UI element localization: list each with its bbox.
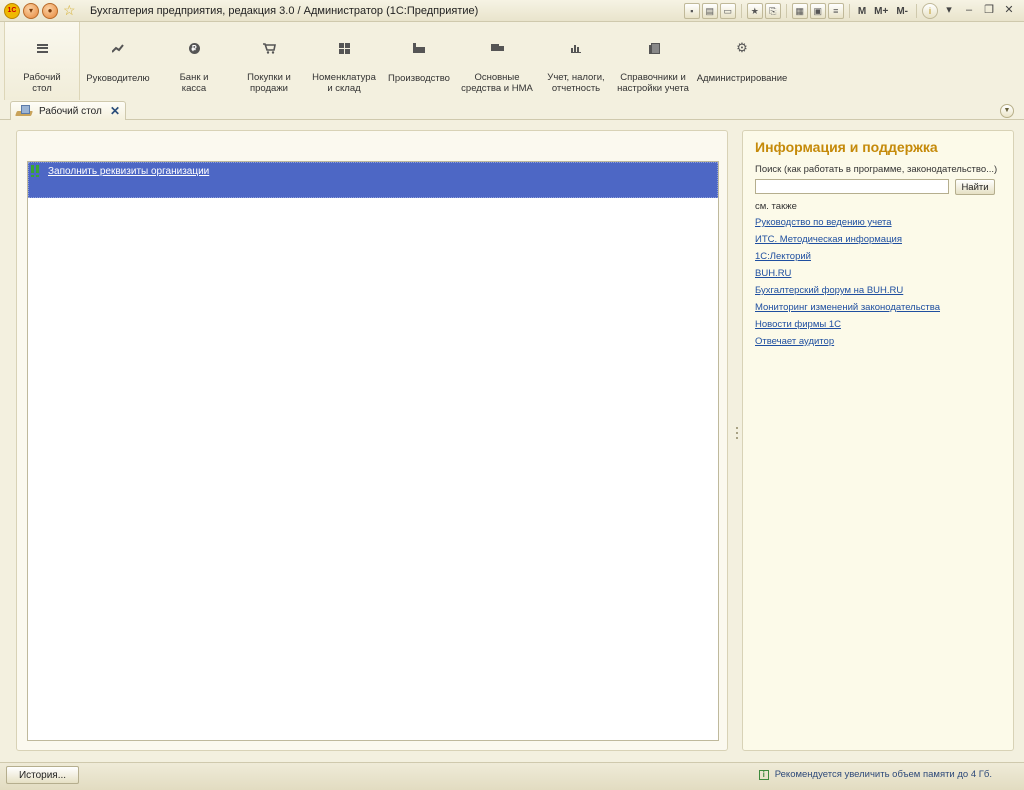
print-icon[interactable]: ▤	[701, 3, 718, 19]
search-input[interactable]	[755, 179, 949, 194]
books-icon	[648, 42, 660, 54]
link-buh-ru[interactable]: BUH.RU	[755, 268, 940, 285]
tab-label: Рабочий стол	[39, 106, 102, 117]
close-button[interactable]: ✕	[1000, 3, 1018, 19]
tab-desktop[interactable]: Рабочий стол ✕	[10, 101, 126, 120]
section-label: Покупки и продажи	[247, 72, 291, 94]
desktop-content-panel: Заполнить реквизиты организации	[16, 130, 728, 751]
section-manager[interactable]: Руководителю	[80, 22, 156, 100]
calculator-icon[interactable]: ▦	[791, 3, 808, 19]
search-button[interactable]: Найти	[955, 179, 995, 195]
menu-lines-icon	[36, 43, 48, 53]
link-legislation-monitoring[interactable]: Мониторинг изменений законодательства	[755, 302, 940, 319]
toolbar-divider	[740, 4, 742, 18]
link-1c-news[interactable]: Новости фирмы 1С	[755, 319, 940, 336]
chevron-down-icon[interactable]: ▾	[940, 3, 958, 19]
link-its-info[interactable]: ИТС. Методическая информация	[755, 234, 940, 251]
status-message: Рекомендуется увеличить объем памяти до …	[774, 769, 992, 780]
memory-button[interactable]: M	[855, 6, 869, 17]
app-logo-icon[interactable]: 1C	[4, 3, 20, 19]
title-toolbar: ▪ ▤ ▭ ★ ⎘ ▦ ▣ ≡ M M+ M- i ▾ – ❐ ✕	[683, 0, 1024, 22]
section-label: Основные средства и НМА	[461, 72, 533, 94]
section-label: Учет, налоги, отчетность	[547, 72, 605, 94]
section-references[interactable]: Справочники и настройки учета	[614, 22, 692, 100]
restore-button[interactable]: ❐	[980, 3, 998, 19]
link-icon[interactable]: ⎘	[764, 3, 781, 19]
exclamation-icon	[31, 165, 41, 177]
window-title: Бухгалтерия предприятия, редакция 3.0 / …	[90, 5, 479, 17]
section-purchases[interactable]: Покупки и продажи	[232, 22, 306, 100]
close-icon[interactable]: ✕	[110, 104, 120, 118]
home-icon[interactable]: ●	[42, 3, 58, 19]
bar-chart-icon	[571, 44, 581, 53]
toolbar-divider	[785, 4, 787, 18]
tasks-list: Заполнить реквизиты организации	[27, 161, 719, 741]
favorites-star-icon[interactable]: ☆	[63, 2, 76, 19]
section-nomenclature[interactable]: Номенклатура и склад	[306, 22, 382, 100]
status-bar: История... i Рекомендуется увеличить объ…	[0, 762, 1024, 790]
open-tabs-bar: Рабочий стол ✕ ▼	[0, 100, 1024, 120]
chevron-down-icon[interactable]: ▼	[1000, 104, 1014, 118]
toolbar-divider	[916, 4, 917, 18]
link-accounting-guide[interactable]: Руководство по ведению учета	[755, 217, 940, 234]
section-label: Производство	[388, 73, 450, 84]
add-favorite-icon[interactable]: ★	[746, 3, 763, 19]
info-support-panel: Информация и поддержка Поиск (как работа…	[742, 130, 1014, 751]
section-label: Руководителю	[86, 73, 150, 84]
sections-panel: Рабочий стол Руководителю ₽ Банк и касса…	[4, 22, 1024, 100]
ruble-coin-icon: ₽	[188, 42, 200, 54]
link-lectorium[interactable]: 1С:Лекторий	[755, 251, 940, 268]
gear-icon: ⚙	[736, 40, 748, 55]
info-panel-title: Информация и поддержка	[755, 139, 938, 155]
history-button[interactable]: История...	[6, 766, 79, 784]
desktop-icon	[15, 104, 33, 117]
save-icon[interactable]: ▪	[683, 3, 700, 19]
memory-subtract-button[interactable]: M-	[893, 6, 911, 17]
fill-organization-details-link[interactable]: Заполнить реквизиты организации	[48, 166, 209, 177]
section-administration[interactable]: ⚙ Администрирование	[692, 22, 792, 100]
memory-notice[interactable]: i Рекомендуется увеличить объем памяти д…	[758, 769, 992, 780]
title-bar: 1C ▾ ● ☆ Бухгалтерия предприятия, редакц…	[0, 0, 1024, 22]
section-label: Справочники и настройки учета	[617, 72, 689, 94]
memory-add-button[interactable]: M+	[871, 6, 891, 17]
factory-icon	[413, 43, 425, 53]
section-taxes[interactable]: Учет, налоги, отчетность	[538, 22, 614, 100]
link-buh-forum[interactable]: Бухгалтерский форум на BUH.RU	[755, 285, 940, 302]
cart-icon	[262, 42, 276, 54]
section-fixed-assets[interactable]: Основные средства и НМА	[456, 22, 538, 100]
history-list-icon[interactable]: ≡	[827, 3, 844, 19]
section-label: Банк и касса	[179, 72, 209, 94]
truck-icon	[490, 44, 504, 52]
section-production[interactable]: Производство	[382, 22, 456, 100]
section-label: Рабочий стол	[23, 72, 61, 94]
toolbar-divider	[848, 4, 850, 18]
search-label: Поиск (как работать в программе, законод…	[755, 164, 998, 175]
grid-icon	[338, 42, 350, 54]
section-desktop[interactable]: Рабочий стол	[4, 22, 80, 100]
info-icon[interactable]: i	[922, 3, 938, 19]
section-bank[interactable]: ₽ Банк и касса	[156, 22, 232, 100]
trend-chart-icon	[112, 44, 124, 53]
support-links: Руководство по ведению учета ИТС. Методи…	[755, 217, 940, 353]
panel-splitter-handle[interactable]	[736, 427, 739, 447]
calendar-icon[interactable]: ▣	[809, 3, 826, 19]
preview-icon[interactable]: ▭	[719, 3, 736, 19]
minimize-button[interactable]: –	[960, 3, 978, 19]
section-label: Администрирование	[696, 73, 788, 84]
info-icon: i	[758, 769, 769, 780]
section-label: Номенклатура и склад	[312, 72, 376, 94]
main-menu-icon[interactable]: ▾	[23, 3, 39, 19]
link-auditor[interactable]: Отвечает аудитор	[755, 336, 940, 353]
see-also-label: см. также	[755, 201, 797, 212]
list-item[interactable]: Заполнить реквизиты организации	[28, 162, 718, 198]
